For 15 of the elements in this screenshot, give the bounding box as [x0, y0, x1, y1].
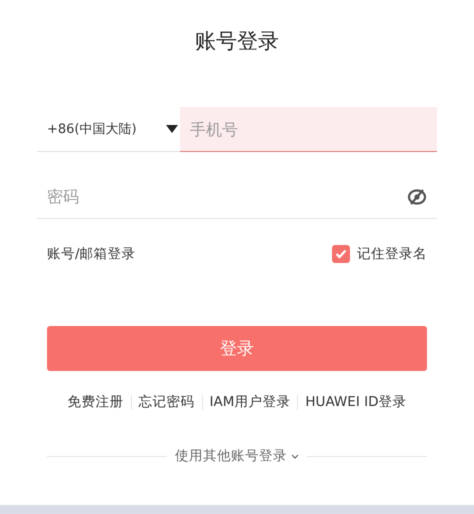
remember-checkbox[interactable] [332, 245, 350, 263]
other-account-login-link[interactable]: 使用其他账号登录 [175, 447, 299, 465]
account-email-login-link[interactable]: 账号/邮箱登录 [47, 245, 136, 263]
footer-link[interactable]: IAM用户登录 [202, 393, 298, 411]
remember-label: 记住登录名 [357, 245, 427, 263]
page-title: 账号登录 [194, 28, 280, 55]
phone-field[interactable]: 手机号 [180, 107, 437, 152]
footer-link[interactable]: HUAWEI ID登录 [298, 393, 414, 411]
dropdown-icon [166, 125, 178, 133]
chevron-down-icon [291, 454, 299, 458]
footer-link[interactable]: 忘记密码 [132, 393, 202, 411]
hidden-eye-icon[interactable] [407, 188, 427, 206]
password-field[interactable]: 密码 [37, 176, 407, 218]
checkmark-icon [335, 249, 347, 259]
footer-link[interactable]: 免费注册 [60, 393, 131, 411]
